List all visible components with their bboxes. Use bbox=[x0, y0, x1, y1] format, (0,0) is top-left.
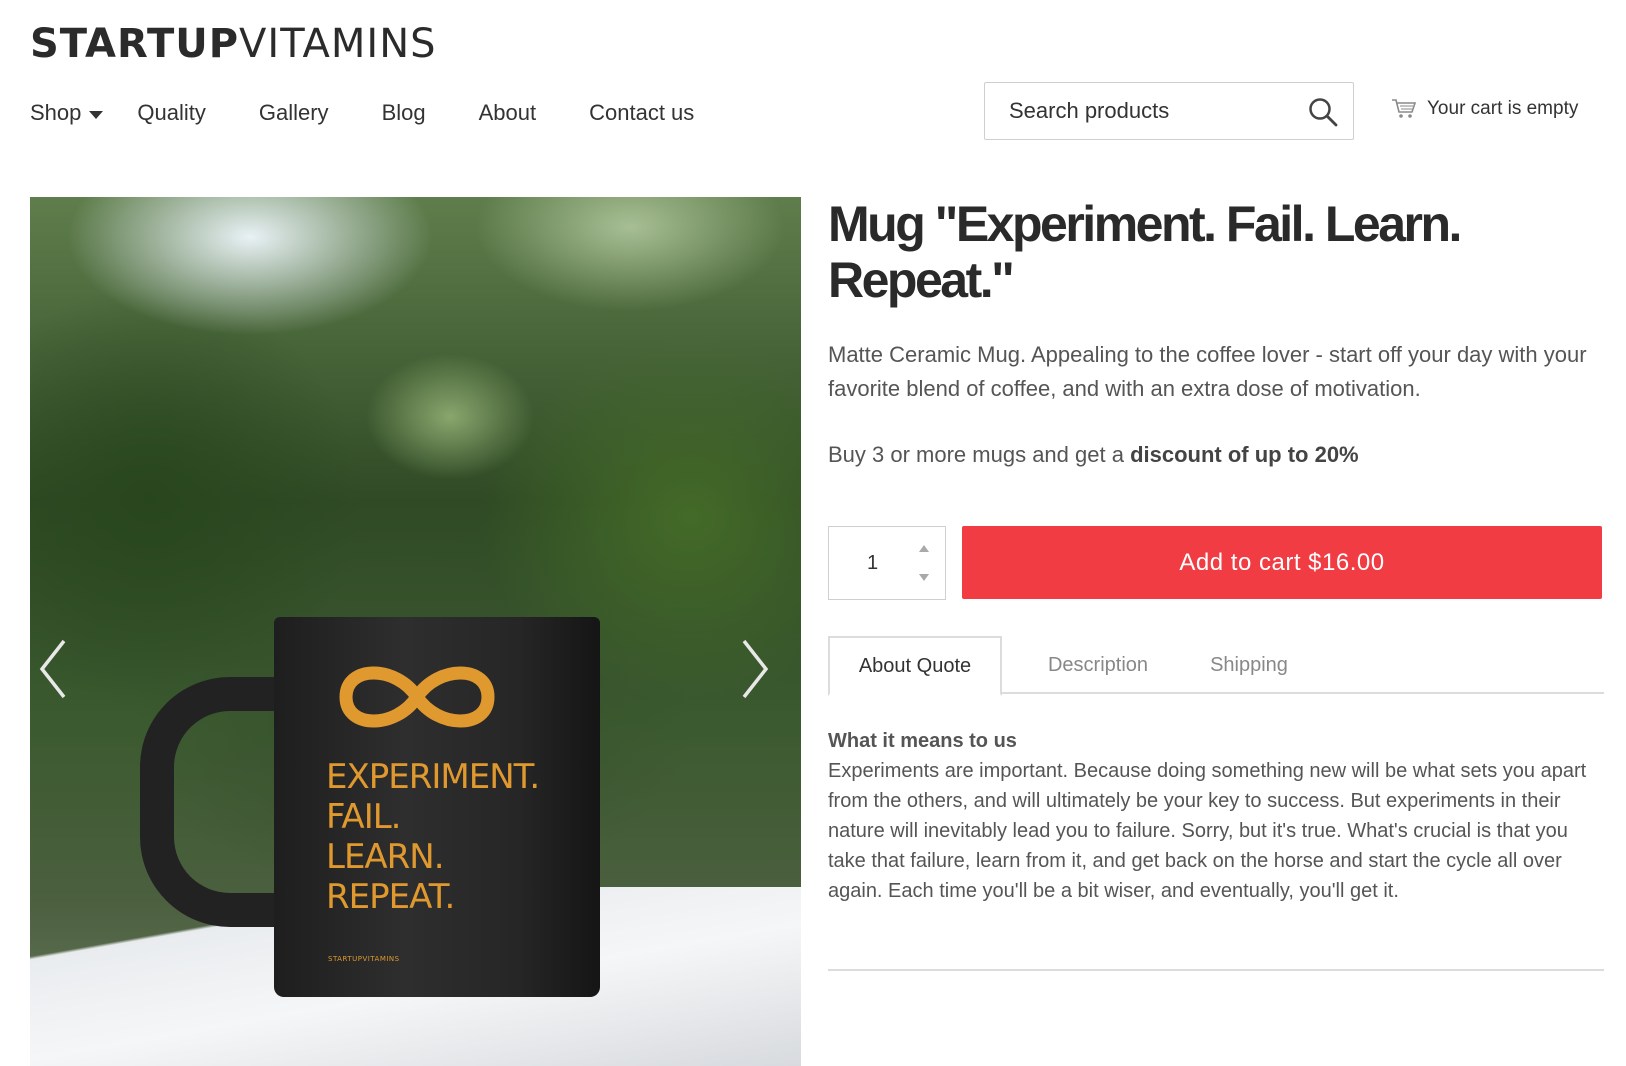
cart-status: Your cart is empty bbox=[1427, 98, 1579, 119]
quantity-value[interactable]: 1 bbox=[867, 552, 878, 575]
infinity-icon bbox=[339, 666, 495, 728]
nav-item-label: Quality bbox=[137, 100, 206, 125]
increment-arrow-icon[interactable] bbox=[919, 545, 929, 552]
add-to-cart-button[interactable]: Add to cart $16.00 bbox=[962, 526, 1602, 599]
product-title: Mug "Experiment. Fail. Learn. Repeat." bbox=[828, 196, 1462, 308]
nav-item-blog[interactable]: Blog bbox=[382, 100, 426, 126]
main-nav: Shop Quality Gallery Blog About Contact … bbox=[30, 96, 747, 130]
logo-text-light: VITAMINS bbox=[239, 21, 437, 67]
mug-line: FAIL. bbox=[326, 797, 401, 837]
logo-text-bold: STARTUP bbox=[30, 21, 240, 67]
nav-item-gallery[interactable]: Gallery bbox=[259, 100, 329, 126]
nav-item-label: Contact us bbox=[589, 100, 695, 125]
search-icon[interactable] bbox=[1307, 96, 1339, 128]
chevron-right-icon[interactable] bbox=[736, 637, 772, 701]
tab-description[interactable]: Description bbox=[1028, 636, 1168, 694]
mug-print-text: EXPERIMENT. FAIL. LEARN. REPEAT. bbox=[326, 757, 540, 917]
nav-item-label: Blog bbox=[381, 100, 426, 125]
section-divider bbox=[828, 969, 1604, 971]
product-tabs: About Quote Description Shipping bbox=[828, 636, 1604, 696]
promo-prefix: Buy 3 or more mugs and get a bbox=[828, 442, 1131, 467]
mug-line: REPEAT. bbox=[326, 877, 455, 917]
nav-item-quality[interactable]: Quality bbox=[137, 100, 205, 126]
mug-line: EXPERIMENT. bbox=[326, 757, 540, 797]
promo-discount: discount of up to 20% bbox=[1130, 442, 1359, 467]
site-logo[interactable]: STARTUP VITAMINS bbox=[30, 21, 437, 67]
search-input[interactable] bbox=[985, 83, 1285, 139]
nav-item-label: Gallery bbox=[258, 100, 329, 125]
chevron-left-icon[interactable] bbox=[36, 637, 72, 701]
cart-icon bbox=[1392, 99, 1417, 118]
tab-shipping[interactable]: Shipping bbox=[1186, 636, 1312, 694]
cart-summary[interactable]: Your cart is empty bbox=[1391, 98, 1578, 120]
promo-text: Buy 3 or more mugs and get a discount of… bbox=[828, 442, 1359, 468]
product-image-carousel[interactable]: EXPERIMENT. FAIL. LEARN. REPEAT. STARTUP… bbox=[30, 197, 801, 1066]
about-quote-body: Experiments are important. Because doing… bbox=[828, 760, 1587, 902]
nav-item-contact[interactable]: Contact us bbox=[589, 100, 694, 126]
product-description: Matte Ceramic Mug. Appealing to the coff… bbox=[828, 342, 1587, 401]
nav-item-label: Shop bbox=[30, 100, 82, 125]
mug-brand-text: STARTUPVITAMINS bbox=[328, 955, 400, 963]
quantity-stepper[interactable]: 1 bbox=[828, 526, 946, 600]
decrement-arrow-icon[interactable] bbox=[919, 574, 929, 581]
search-box bbox=[984, 82, 1354, 140]
tab-about-quote[interactable]: About Quote bbox=[828, 636, 1002, 696]
nav-item-about[interactable]: About bbox=[479, 100, 537, 126]
mug-line: LEARN. bbox=[326, 837, 445, 877]
nav-item-label: About bbox=[478, 100, 537, 125]
nav-item-shop[interactable]: Shop bbox=[30, 100, 104, 126]
caret-down-icon bbox=[89, 110, 104, 119]
about-quote-heading: What it means to us bbox=[828, 730, 1017, 752]
